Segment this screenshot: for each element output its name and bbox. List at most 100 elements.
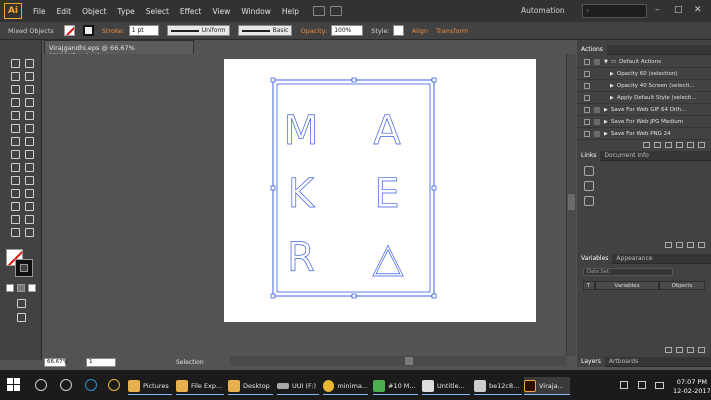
variable-width-profile-dropdown[interactable]: Uniform (166, 25, 230, 36)
update-link-icon[interactable] (687, 242, 694, 248)
brushes-icon[interactable] (584, 181, 594, 191)
horizontal-scroll-thumb[interactable] (405, 357, 413, 365)
dialog-toggle[interactable] (594, 119, 600, 125)
letter-r[interactable]: R (287, 235, 315, 282)
zoom-tool-icon[interactable] (23, 226, 34, 237)
stroke-swatch[interactable] (82, 25, 94, 36)
taskbar-chrome-window[interactable]: minima... (323, 377, 368, 395)
new-set-icon[interactable] (676, 142, 683, 148)
tab-links[interactable]: Links (577, 150, 601, 161)
taskbar-file-explorer[interactable]: File Exp... (176, 377, 224, 395)
menu-view[interactable]: View (213, 7, 231, 16)
menu-window[interactable]: Window (241, 7, 271, 16)
arduino-icon[interactable] (85, 379, 97, 391)
action-row[interactable]: ▶ Opacity 60 (selection) (577, 69, 711, 80)
toggle-checkbox[interactable] (584, 107, 590, 113)
dialog-toggle[interactable] (594, 95, 600, 101)
letter-a[interactable]: A (373, 108, 402, 155)
expand-icon[interactable]: ▶ (610, 83, 614, 89)
toggle-checkbox[interactable] (584, 71, 590, 77)
record-icon[interactable] (654, 142, 661, 148)
play-icon[interactable] (665, 142, 672, 148)
symbols-icon[interactable] (584, 196, 594, 206)
workspace-switcher[interactable]: Automation (521, 6, 565, 15)
tab-variables[interactable]: Variables (577, 253, 613, 264)
minimize-button[interactable]: – (655, 5, 660, 15)
windows-start-icon[interactable] (7, 378, 20, 391)
action-row[interactable]: ▶ Opacity 40 Screen (selecti... (577, 81, 711, 92)
eyedropper-tool-icon[interactable] (9, 187, 20, 198)
taskbar-untitled[interactable]: Untitle... (422, 377, 470, 395)
battery-icon[interactable] (655, 382, 664, 389)
lasso-tool-icon[interactable] (23, 70, 34, 81)
line-tool-icon[interactable] (23, 96, 34, 107)
dialog-toggle[interactable] (594, 83, 600, 89)
fill-swatch[interactable] (63, 25, 75, 36)
arrange-documents-icon[interactable] (330, 6, 342, 16)
free-transform-tool-icon[interactable] (23, 148, 34, 159)
dialog-toggle[interactable] (594, 59, 600, 65)
column-variables[interactable]: Variables (595, 281, 659, 290)
cortana-icon[interactable] (35, 379, 47, 391)
horizontal-scrollbar[interactable] (230, 356, 566, 366)
network-icon[interactable] (620, 381, 628, 389)
menu-type[interactable]: Type (118, 7, 135, 16)
action-row[interactable]: ▶ Save For Web PNG 24 (577, 129, 711, 140)
current-tool-status[interactable]: Selection (176, 359, 204, 366)
hand-tool-icon[interactable] (9, 226, 20, 237)
action-row[interactable]: ▶ Save For Web JPG Medium (577, 117, 711, 128)
vertical-scroll-thumb[interactable] (568, 194, 575, 210)
screen-mode-icon[interactable] (15, 311, 26, 322)
letter-e[interactable]: E (374, 171, 400, 218)
artboard-navigation-field[interactable]: 1 (86, 357, 116, 367)
taskbar-illustrator[interactable]: Viraja... (524, 377, 570, 395)
help-search-input[interactable]: ⌕ (582, 4, 647, 18)
tab-layers[interactable]: Layers (577, 356, 605, 367)
volume-icon[interactable] (638, 381, 646, 389)
new-variable-icon[interactable] (687, 347, 694, 353)
action-row[interactable]: ▶ Apply Default Style (selecti... (577, 93, 711, 104)
artboard[interactable]: M A K E R △ (224, 59, 536, 322)
relink-icon[interactable] (665, 242, 672, 248)
expand-icon[interactable]: ▶ (604, 107, 608, 113)
rotate-tool-icon[interactable] (9, 135, 20, 146)
taskbar-desktop[interactable]: Desktop (228, 377, 273, 395)
transform-panel-link[interactable]: Transform (436, 27, 468, 35)
edit-original-icon[interactable] (698, 242, 705, 248)
mesh-tool-icon[interactable] (9, 174, 20, 185)
expand-icon[interactable]: ▶ (610, 95, 614, 101)
magic-wand-tool-icon[interactable] (9, 70, 20, 81)
bridge-icon[interactable] (313, 6, 325, 16)
opacity-panel-link[interactable]: Opacity: (300, 27, 327, 35)
toggle-checkbox[interactable] (584, 59, 590, 65)
delete-variable-icon[interactable] (698, 347, 705, 353)
pen-tool-icon[interactable] (9, 83, 20, 94)
stroke-color-icon[interactable] (15, 259, 33, 277)
menu-edit[interactable]: Edit (57, 7, 72, 16)
vertical-scrollbar[interactable] (566, 54, 576, 356)
make-visibility-dynamic-icon[interactable] (676, 347, 683, 353)
column-graph-tool-icon[interactable] (23, 200, 34, 211)
action-row[interactable]: ▶ Save For Web GIF 64 Dith... (577, 105, 711, 116)
canvas-area[interactable]: M A K E R △ (44, 54, 566, 356)
menu-object[interactable]: Object (82, 7, 106, 16)
rectangle-tool-icon[interactable] (9, 109, 20, 120)
toggle-checkbox[interactable] (584, 83, 590, 89)
perspective-grid-tool-icon[interactable] (23, 161, 34, 172)
type-tool-icon[interactable] (9, 96, 20, 107)
selected-artwork[interactable]: M A K E R △ (224, 59, 536, 322)
dialog-toggle[interactable] (594, 107, 600, 113)
letter-k[interactable]: K (288, 171, 317, 218)
slice-tool-icon[interactable] (23, 213, 34, 224)
toggle-checkbox[interactable] (584, 131, 590, 137)
taskbar-photos[interactable]: be12c8... (474, 377, 522, 395)
letter-m[interactable]: M (283, 108, 319, 155)
menu-help[interactable]: Help (282, 7, 299, 16)
trash-icon[interactable] (698, 142, 705, 148)
opacity-field[interactable]: 100% (331, 25, 364, 36)
tab-appearance[interactable]: Appearance (612, 255, 656, 262)
selection-tool-icon[interactable] (9, 57, 20, 68)
brush-definition-dropdown[interactable]: Basic (237, 25, 293, 36)
column-objects[interactable]: Objects (659, 281, 705, 290)
none-mode-icon[interactable] (28, 284, 36, 292)
